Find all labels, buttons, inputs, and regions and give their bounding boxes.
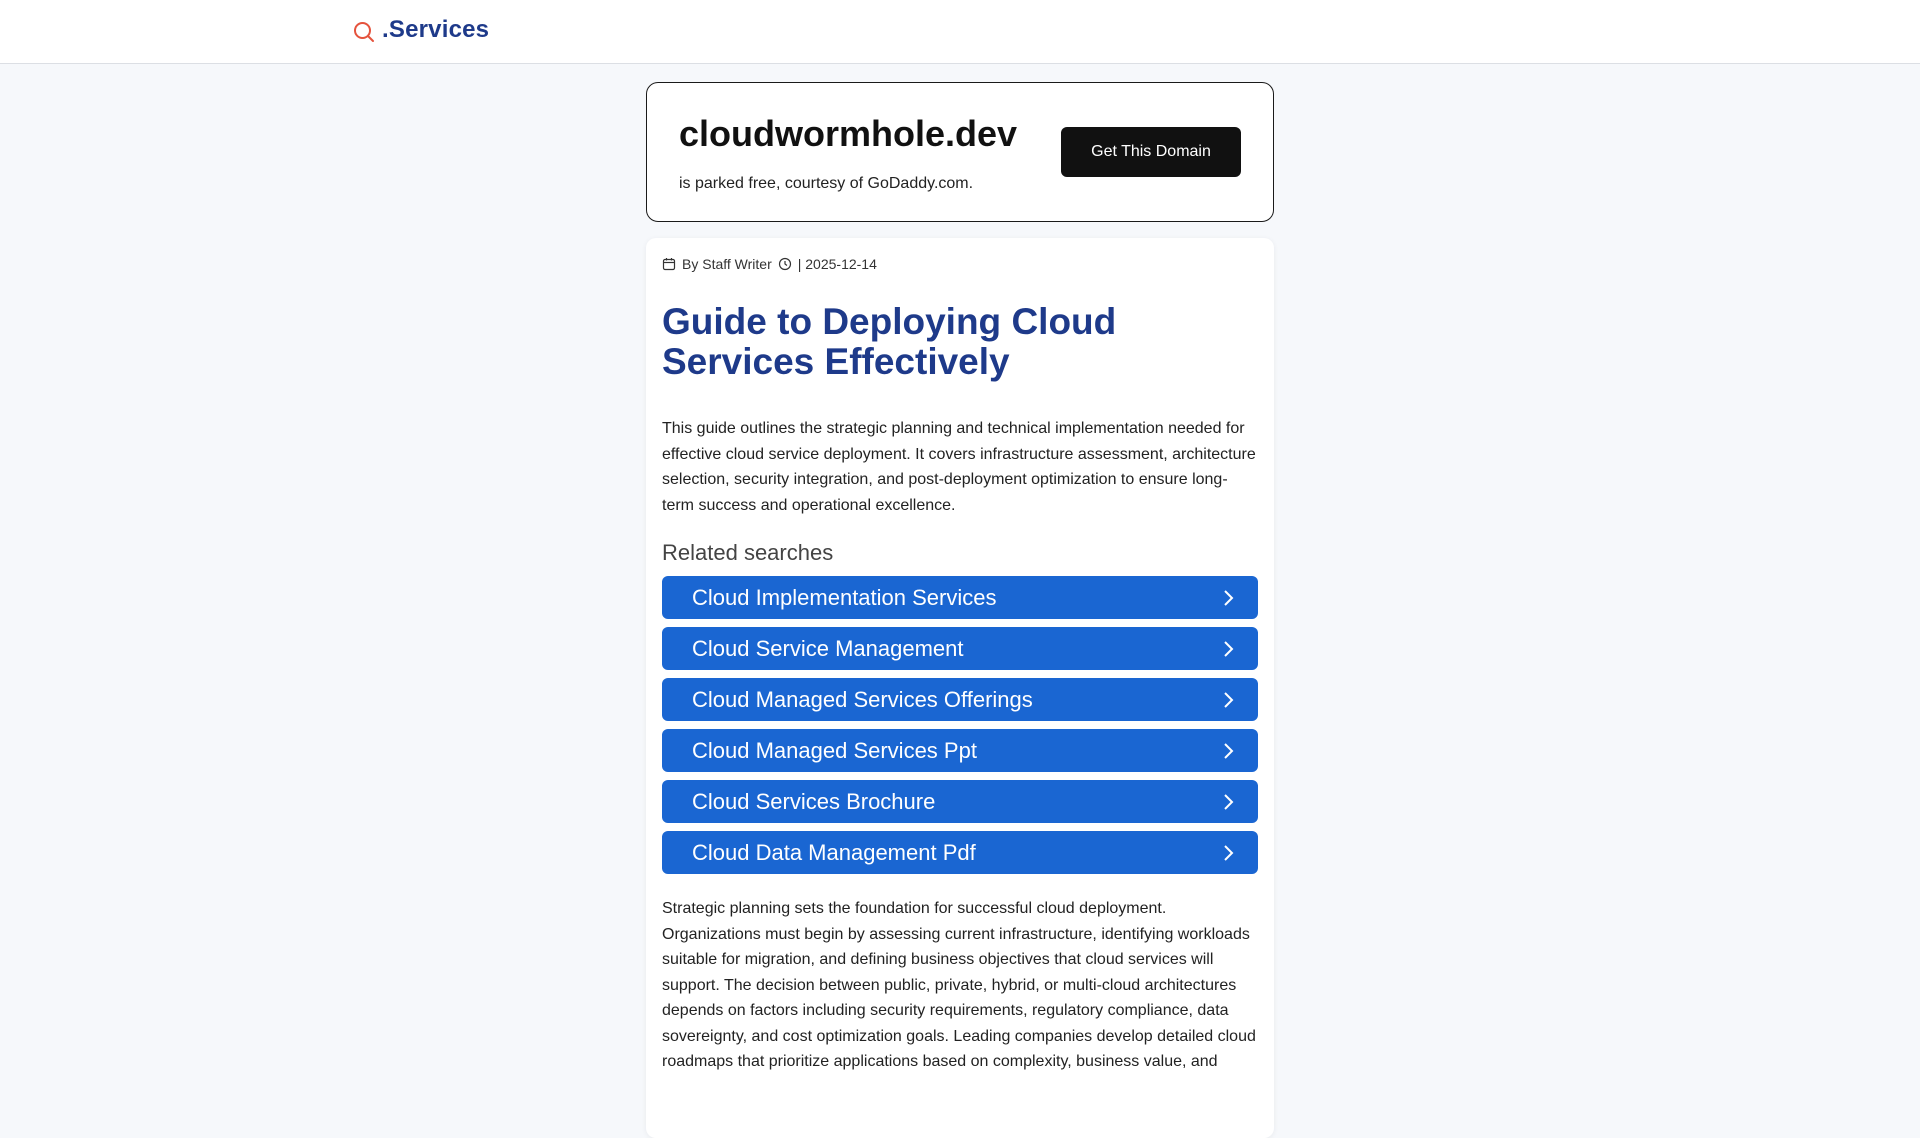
related-search-item[interactable]: Cloud Service Management bbox=[662, 627, 1258, 670]
calendar-icon bbox=[662, 257, 676, 271]
related-search-item[interactable]: Cloud Managed Services Ppt bbox=[662, 729, 1258, 772]
chevron-right-icon bbox=[1222, 588, 1236, 608]
article-author: By Staff Writer bbox=[682, 256, 772, 272]
article-intro: This guide outlines the strategic planni… bbox=[662, 420, 1256, 514]
related-search-label: Cloud Managed Services Offerings bbox=[692, 686, 1033, 712]
brand-name: .Services bbox=[382, 16, 490, 43]
clock-icon bbox=[778, 257, 792, 271]
article-meta: By Staff Writer | 2025-12-14 bbox=[662, 256, 877, 272]
chevron-right-icon bbox=[1222, 639, 1236, 659]
chevron-right-icon bbox=[1222, 792, 1236, 812]
brand-logo[interactable]: .Services bbox=[352, 16, 489, 44]
domain-name: cloudwormhole.dev bbox=[679, 113, 1018, 154]
related-search-label: Cloud Data Management Pdf bbox=[692, 839, 976, 865]
article-card: By Staff Writer | 2025-12-14 Guide to De… bbox=[646, 238, 1274, 1138]
article-body-paragraph: Strategic planning sets the foundation f… bbox=[662, 900, 1256, 1070]
chevron-right-icon bbox=[1222, 741, 1236, 761]
related-search-label: Cloud Services Brochure bbox=[692, 788, 936, 814]
related-searches-heading: Related searches bbox=[662, 540, 834, 565]
related-search-label: Cloud Managed Services Ppt bbox=[692, 737, 977, 763]
chevron-right-icon bbox=[1222, 843, 1236, 863]
chevron-right-icon bbox=[1222, 690, 1236, 710]
domain-parking-note: is parked free, courtesy of GoDaddy.com. bbox=[679, 175, 974, 192]
related-searches-list: Cloud Implementation Services Cloud Serv… bbox=[662, 576, 1258, 882]
related-search-item[interactable]: Cloud Managed Services Offerings bbox=[662, 678, 1258, 721]
related-search-item[interactable]: Cloud Services Brochure bbox=[662, 780, 1258, 823]
get-this-domain-button[interactable]: Get This Domain bbox=[1061, 127, 1241, 177]
related-search-label: Cloud Service Management bbox=[692, 635, 964, 661]
article-title: Guide to Deploying Cloud Services Effect… bbox=[662, 301, 1117, 382]
related-search-item[interactable]: Cloud Data Management Pdf bbox=[662, 831, 1258, 874]
related-search-item[interactable]: Cloud Implementation Services bbox=[662, 576, 1258, 619]
search-icon bbox=[352, 20, 376, 44]
article-date: | 2025-12-14 bbox=[797, 256, 877, 272]
domain-parking-card: cloudwormhole.dev is parked free, courte… bbox=[646, 82, 1274, 222]
related-search-label: Cloud Implementation Services bbox=[692, 584, 997, 610]
top-navigation-bar: .Services bbox=[0, 0, 1920, 64]
